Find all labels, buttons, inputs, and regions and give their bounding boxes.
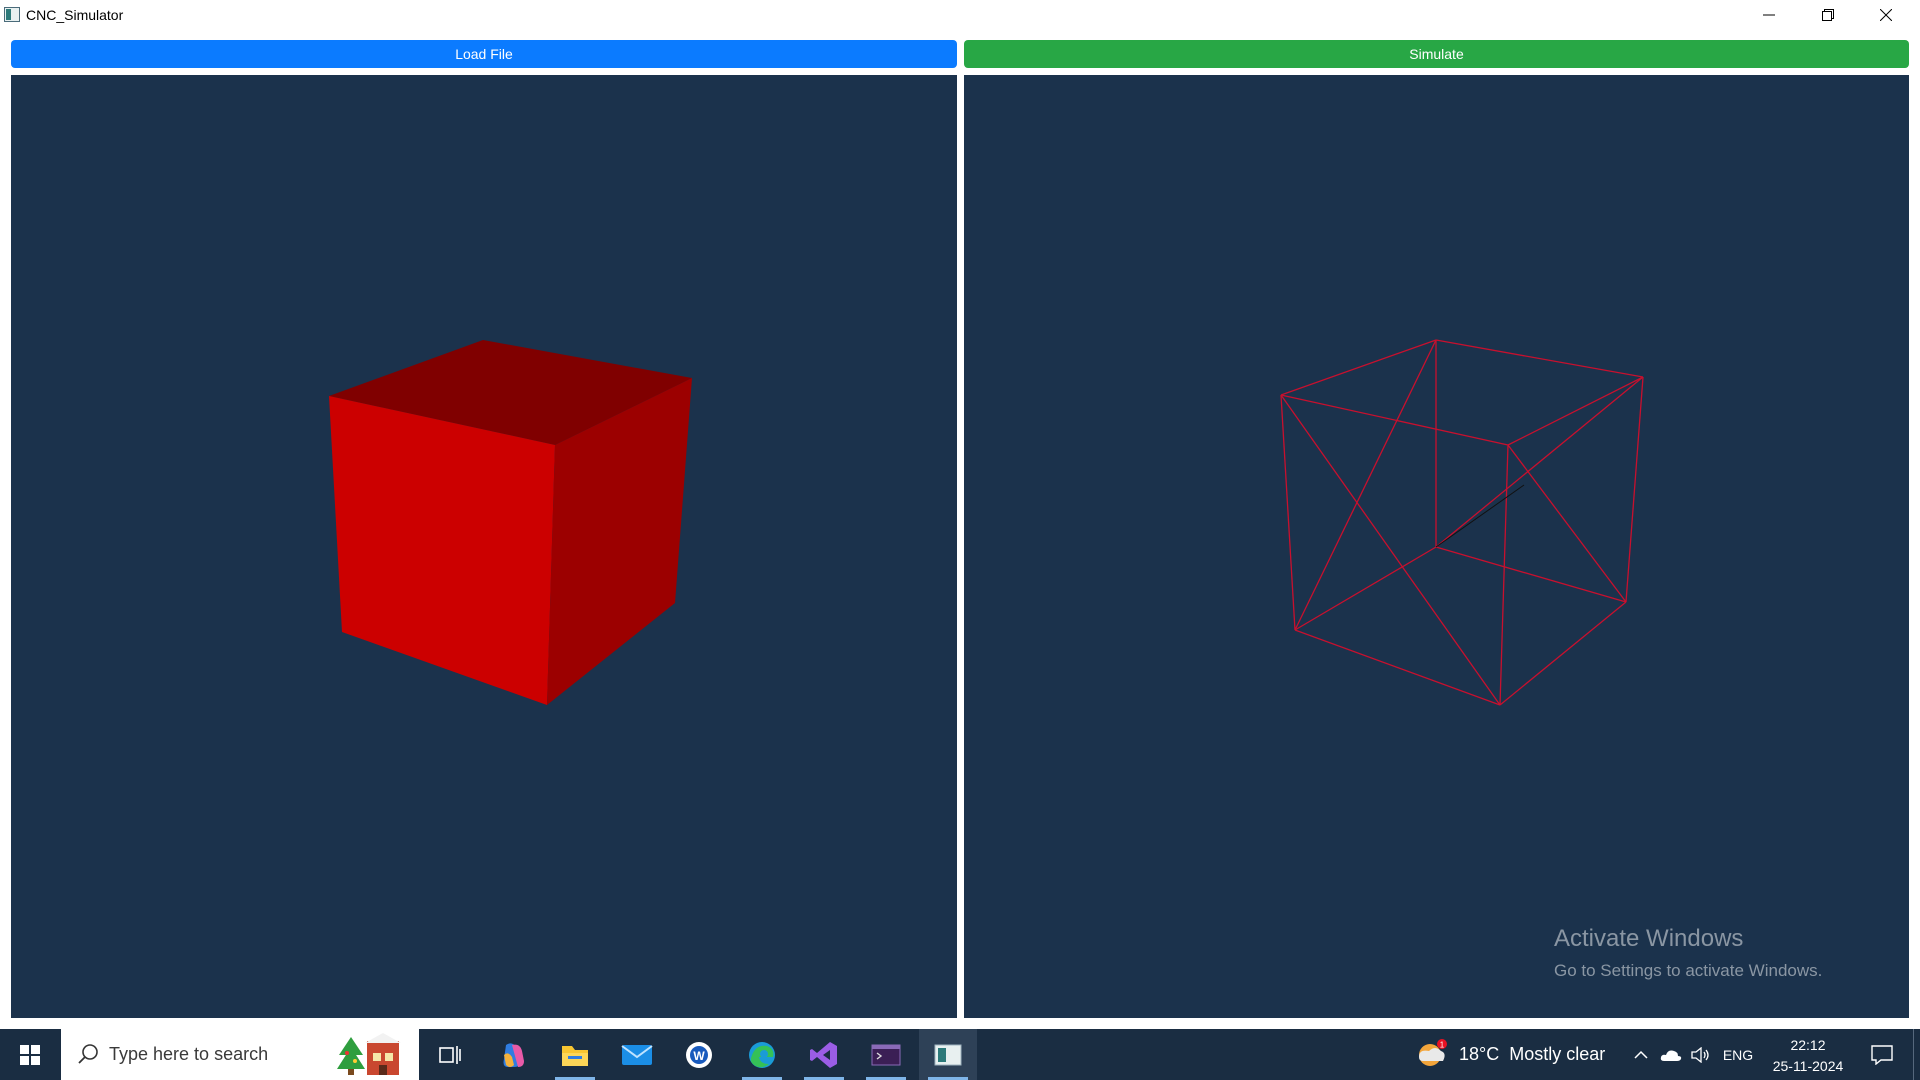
mail-icon <box>621 1044 653 1065</box>
svg-text:W: W <box>693 1049 705 1063</box>
solid-cube <box>329 340 692 705</box>
visual-studio-button[interactable] <box>795 1029 853 1080</box>
close-icon <box>1880 9 1892 21</box>
weather-icon[interactable]: 1 <box>1417 1039 1447 1069</box>
cube-front-face <box>329 396 555 705</box>
notifications-button[interactable] <box>1862 1029 1902 1080</box>
restore-button[interactable] <box>1799 0 1857 30</box>
weather-badge: 1 <box>1440 1041 1445 1050</box>
start-button[interactable] <box>0 1029 60 1080</box>
activate-windows-watermark: Activate Windows Go to Settings to activ… <box>1554 925 1822 981</box>
watermark-subtitle: Go to Settings to activate Windows. <box>1554 961 1823 980</box>
weather-text[interactable]: 18°C Mostly clear <box>1459 1044 1605 1065</box>
clock[interactable]: 22:12 25-11-2024 <box>1758 1035 1858 1077</box>
edge-icon <box>749 1041 775 1068</box>
model-viewport[interactable] <box>11 75 957 1018</box>
show-desktop-button[interactable] <box>1913 1029 1920 1080</box>
search-placeholder: Type here to search <box>109 1044 269 1064</box>
mail-button[interactable] <box>608 1029 666 1080</box>
load-file-button[interactable]: Load File <box>11 40 957 68</box>
close-button[interactable] <box>1857 0 1915 30</box>
cnc-simulator-icon <box>934 1044 962 1065</box>
clock-date: 25-11-2024 <box>1772 1058 1844 1074</box>
terminal-icon <box>871 1044 901 1065</box>
copilot-icon <box>503 1042 524 1067</box>
volume-icon <box>1691 1046 1709 1063</box>
simulate-button[interactable]: Simulate <box>964 40 1909 68</box>
restore-icon <box>1822 9 1834 21</box>
window-title: CNC_Simulator <box>26 7 124 23</box>
language-indicator[interactable]: ENG <box>1718 1029 1758 1080</box>
search-box[interactable]: Type here to search <box>61 1029 419 1080</box>
title-bar: CNC_Simulator <box>0 0 1920 30</box>
copilot-button[interactable] <box>484 1029 542 1080</box>
cloud-icon <box>1660 1050 1682 1061</box>
notification-icon <box>1871 1044 1893 1065</box>
cnc-simulator-taskbar-button[interactable] <box>919 1029 977 1080</box>
word-button[interactable]: W <box>670 1029 728 1080</box>
edge-button[interactable] <box>733 1029 791 1080</box>
clock-time: 22:12 <box>1790 1037 1826 1053</box>
word-icon: W <box>686 1041 712 1068</box>
file-explorer-icon <box>562 1045 588 1066</box>
terminal-button[interactable] <box>857 1029 915 1080</box>
app-icon <box>4 7 20 22</box>
task-view-button[interactable] <box>421 1029 479 1080</box>
chevron-up-icon <box>1634 1050 1648 1059</box>
watermark-title: Activate Windows <box>1554 925 1744 952</box>
minimize-icon <box>1763 14 1775 16</box>
christmas-tree-icon <box>337 1033 401 1075</box>
wireframe-cube <box>1280 339 1644 706</box>
simulation-viewport[interactable]: Activate Windows Go to Settings to activ… <box>964 75 1909 1018</box>
task-view-icon <box>439 1045 461 1064</box>
windows-logo-icon <box>20 1044 40 1065</box>
search-icon <box>78 1044 98 1064</box>
visual-studio-icon <box>810 1041 837 1068</box>
taskbar: Type here to search W 1 18°C Mostly clea… <box>0 1029 1920 1080</box>
onedrive-button[interactable] <box>1657 1029 1685 1080</box>
file-explorer-button[interactable] <box>546 1029 604 1080</box>
volume-button[interactable] <box>1688 1029 1714 1080</box>
show-hidden-icons-button[interactable] <box>1628 1029 1654 1080</box>
minimize-button[interactable] <box>1740 0 1798 30</box>
